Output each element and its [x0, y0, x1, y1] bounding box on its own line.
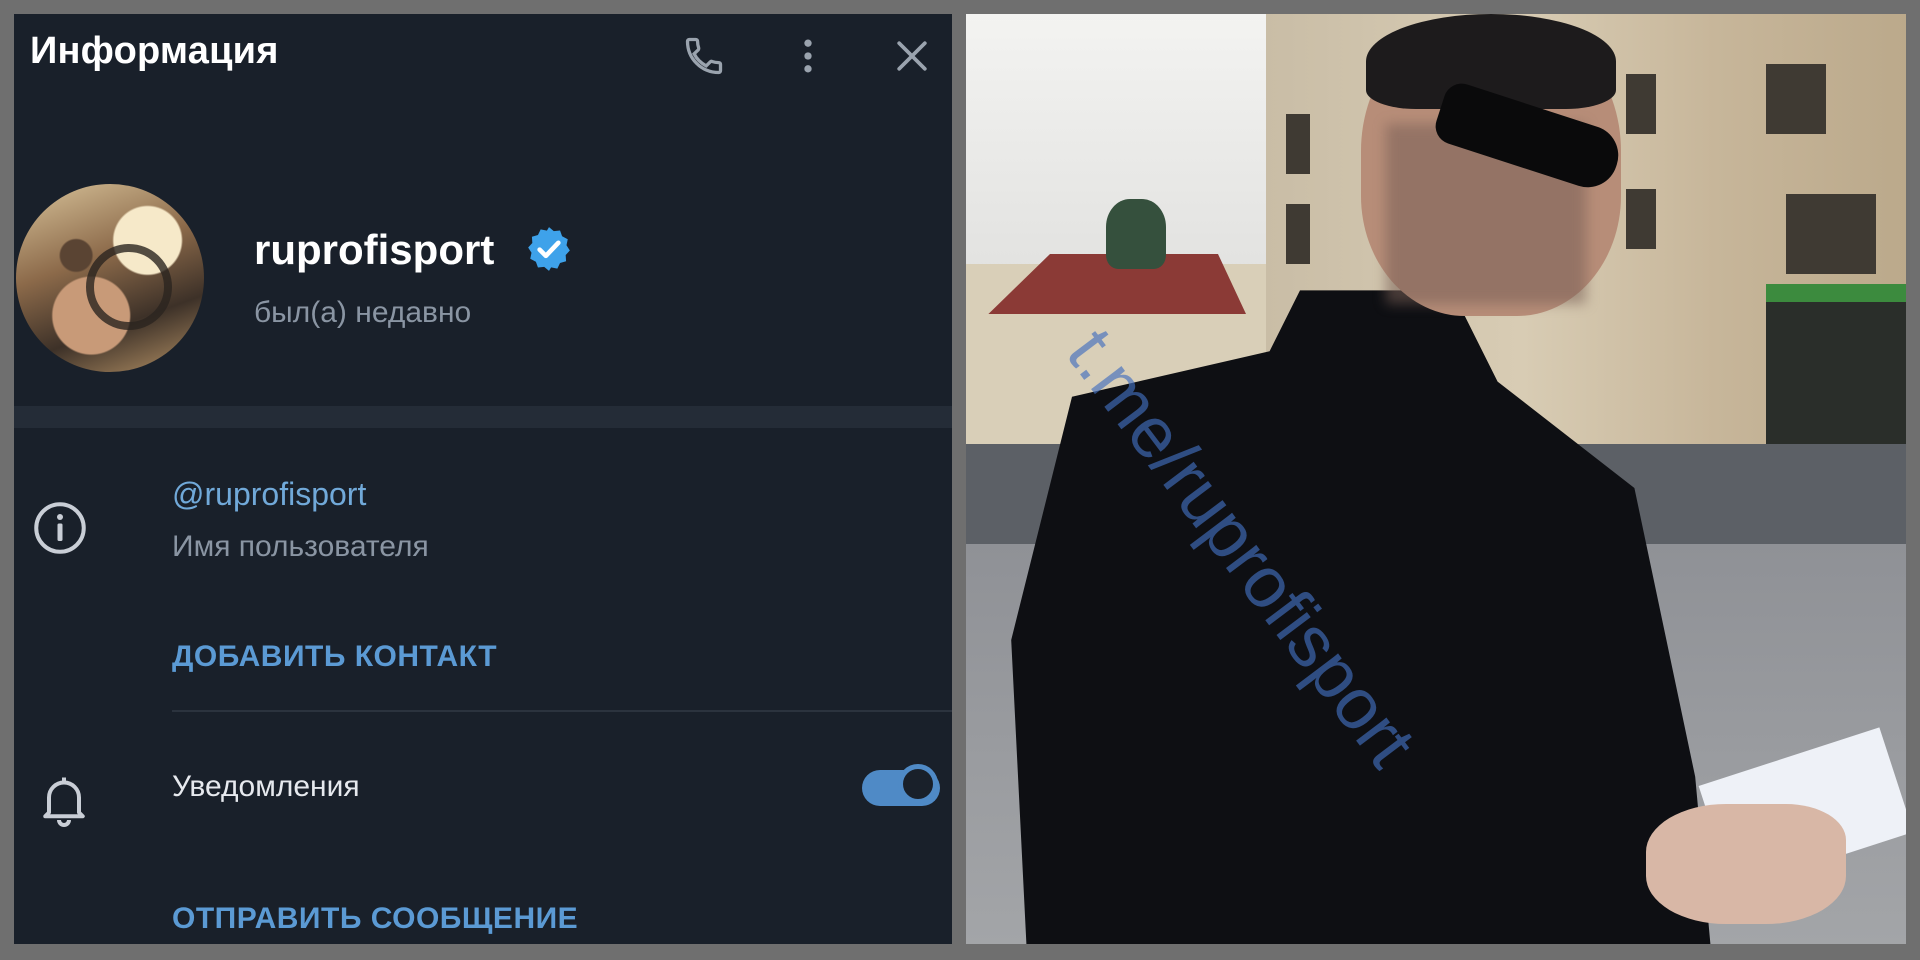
section-divider: [14, 406, 952, 428]
photo-tree: [1106, 199, 1166, 269]
more-vertical-icon[interactable]: [786, 34, 830, 78]
profile-name: ruprofisport: [254, 226, 495, 273]
panel-title: Информация: [30, 30, 279, 72]
bell-icon: [34, 770, 94, 830]
channel-photo: t.me/ruprofisport: [966, 14, 1906, 944]
username-caption: Имя пользователя: [172, 530, 429, 563]
info-icon: [30, 498, 90, 558]
row-divider: [172, 710, 952, 712]
profile-section: ruprofisport был(а) недавно: [14, 164, 952, 384]
phone-icon[interactable]: [682, 34, 726, 78]
photo-shopfront: [1766, 284, 1906, 452]
photo-hands: [1646, 804, 1846, 924]
telegram-info-panel: Информация ruprofisport был(а) недавно @…: [14, 14, 952, 944]
close-icon[interactable]: [890, 34, 934, 78]
verified-badge-icon: [524, 224, 574, 274]
toggle-knob: [898, 764, 938, 804]
username-link[interactable]: @ruprofisport: [172, 476, 366, 513]
add-contact-button[interactable]: ДОБАВИТЬ КОНТАКТ: [172, 640, 497, 674]
info-header: Информация: [14, 14, 952, 94]
notifications-toggle[interactable]: [862, 762, 940, 810]
send-message-button[interactable]: ОТПРАВИТЬ СООБЩЕНИЕ: [172, 902, 578, 936]
last-seen-status: был(а) недавно: [254, 296, 472, 329]
notifications-label: Уведомления: [172, 770, 360, 803]
avatar[interactable]: [16, 184, 204, 372]
